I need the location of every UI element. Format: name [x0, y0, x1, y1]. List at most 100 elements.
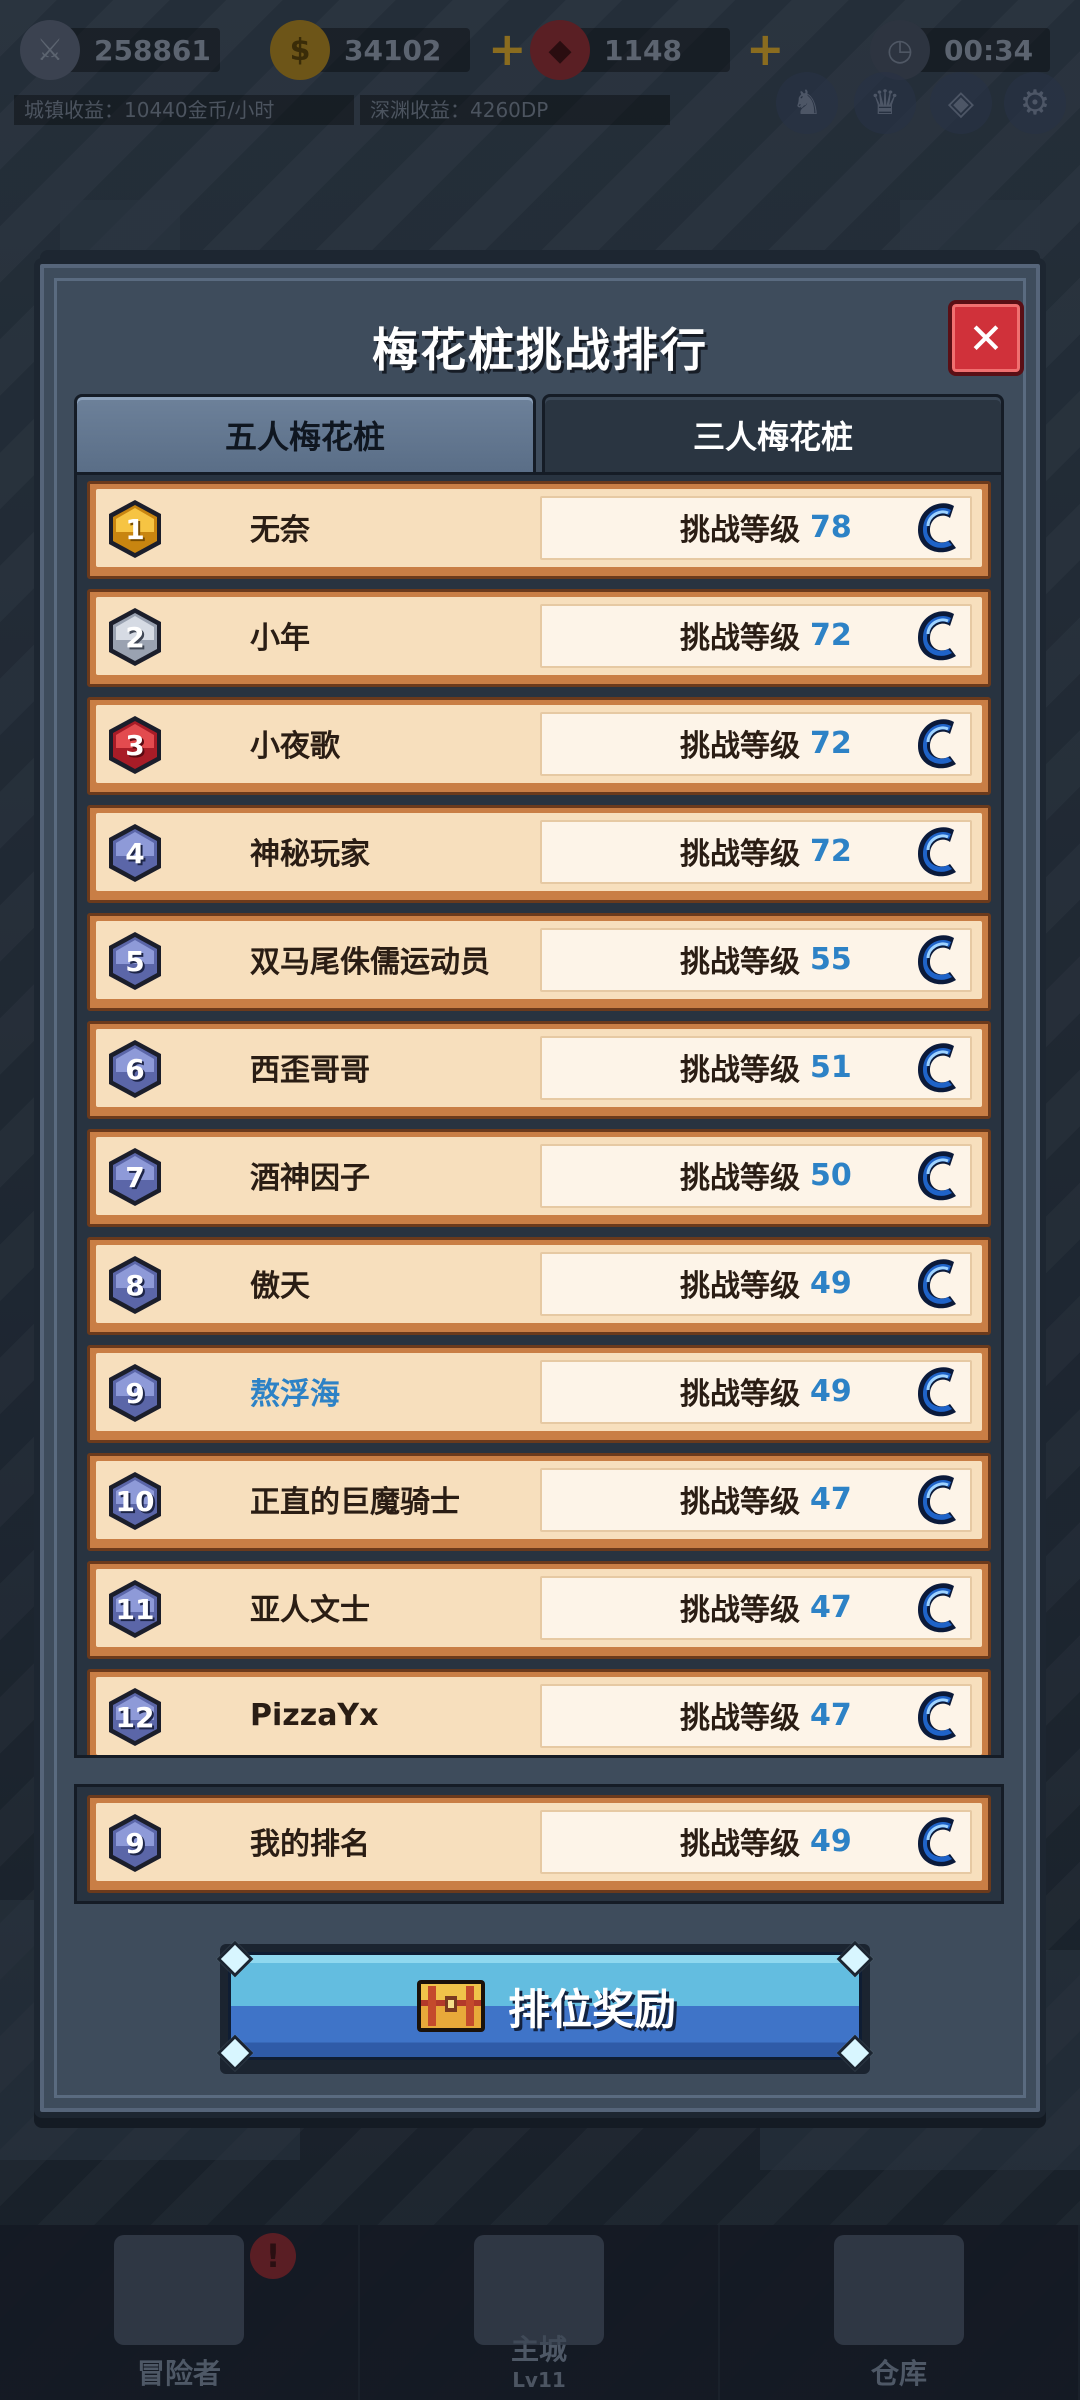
power-value: 258861	[94, 33, 211, 67]
timer-display: ◷ 00:34	[870, 20, 1050, 80]
challenge-level-label: 挑战等级	[680, 837, 800, 872]
player-name: 正直的巨魔骑士	[250, 1485, 460, 1520]
rank-badge-icon: 12	[104, 1686, 166, 1748]
rank-number: 11	[115, 1592, 155, 1626]
warehouse-icon	[834, 2235, 964, 2345]
ranking-row[interactable]: 11 亚人文士 挑战等级 47	[87, 1561, 991, 1659]
challenge-level-value: 51	[810, 1049, 852, 1085]
rank-number: 8	[125, 1268, 145, 1302]
rank-badge-icon: 9	[104, 1362, 166, 1424]
nav-main-city[interactable]: 主城 Lv11	[360, 2225, 720, 2400]
treasure-chest-icon	[416, 1980, 485, 2032]
challenge-level-value: 55	[810, 941, 852, 977]
rank-badge-icon: 1	[104, 498, 166, 560]
c-grade-icon	[910, 820, 966, 884]
close-button[interactable]: ✕	[948, 300, 1024, 376]
rank-number: 1	[125, 512, 145, 546]
challenge-level-value: 47	[810, 1589, 852, 1625]
my-rank-row[interactable]: 9 我的排名 挑战等级 49	[87, 1795, 991, 1893]
challenge-level-label: 挑战等级	[680, 729, 800, 764]
rank-number: 2	[125, 620, 145, 654]
player-name: 西歪哥哥	[250, 1053, 370, 1088]
challenge-level: 挑战等级 47	[680, 1564, 852, 1650]
ranking-row[interactable]: 3 小夜歌 挑战等级 72	[87, 697, 991, 795]
challenge-level-label: 挑战等级	[680, 1377, 800, 1412]
c-grade-icon	[910, 604, 966, 668]
ranking-row[interactable]: 5 双马尾侏儒运动员 挑战等级 55	[87, 913, 991, 1011]
rank-number: 9	[125, 1826, 145, 1860]
challenge-level: 挑战等级 55	[680, 916, 852, 1002]
rank-badge-icon: 4	[104, 822, 166, 884]
nav-warehouse[interactable]: 仓库	[720, 2225, 1080, 2400]
add-gold-button[interactable]: +	[488, 22, 527, 76]
c-grade-icon	[910, 1360, 966, 1424]
challenge-level: 挑战等级 51	[680, 1024, 852, 1110]
tab-three-person[interactable]: 三人梅花桩	[542, 394, 1004, 472]
challenge-level: 挑战等级 72	[680, 808, 852, 894]
adventurer-helmet-icon	[114, 2235, 244, 2345]
modal-title: 梅花桩挑战排行	[372, 323, 708, 377]
top-hud: ⚔ 258861 $ 34102 + ◆ 1148 + ◷ 00:34 城镇收益…	[0, 0, 1080, 140]
rank-number: 5	[125, 944, 145, 978]
close-icon: ✕	[968, 313, 1004, 363]
add-gem-button[interactable]: +	[746, 22, 785, 76]
gem-resource: ◆ 1148	[530, 20, 730, 80]
challenge-level-label: 挑战等级	[680, 1053, 800, 1088]
timer-value: 00:34	[944, 33, 1034, 67]
ranking-row[interactable]: 1 无奈 挑战等级 78	[87, 481, 991, 579]
player-name: 小年	[250, 621, 310, 656]
challenge-level-label: 挑战等级	[680, 945, 800, 980]
c-grade-icon	[910, 1036, 966, 1100]
red-gem-icon: ◆	[530, 20, 590, 80]
c-grade-icon	[910, 928, 966, 992]
player-name: 傲天	[250, 1269, 310, 1304]
castle-icon	[474, 2235, 604, 2345]
ranking-row[interactable]: 4 神秘玩家 挑战等级 72	[87, 805, 991, 903]
compass-icon[interactable]: ◈	[930, 72, 992, 134]
my-rank-panel: 9 我的排名 挑战等级 49	[74, 1784, 1004, 1904]
ranking-list[interactable]: 1 无奈 挑战等级 78 2 小年挑战等级 72 3 小夜歌 挑战等级 72 4 神秘玩家 挑战等级 72 5…	[74, 472, 1004, 1758]
rank-number: 7	[125, 1160, 145, 1194]
challenge-level-value: 49	[810, 1265, 852, 1301]
challenge-level-label: 挑战等级	[680, 1485, 800, 1520]
rank-badge-icon: 9	[104, 1812, 166, 1874]
ranking-row[interactable]: 2 小年 挑战等级 72	[87, 589, 991, 687]
challenge-level-label: 挑战等级	[680, 1593, 800, 1628]
challenge-level-label: 挑战等级	[680, 513, 800, 548]
bottom-nav: ! 冒险者 主城 Lv11 仓库	[0, 2225, 1080, 2400]
ranking-row[interactable]: 12 PizzaYx 挑战等级 47	[87, 1669, 991, 1755]
ranking-row[interactable]: 6 西歪哥哥 挑战等级 51	[87, 1021, 991, 1119]
gear-icon[interactable]: ⚙	[1004, 72, 1066, 134]
heroes-icon[interactable]: ♞	[776, 72, 838, 134]
ranking-row[interactable]: 7 酒神因子 挑战等级 50	[87, 1129, 991, 1227]
rank-badge-icon: 6	[104, 1038, 166, 1100]
rank-reward-button[interactable]: 排位奖励	[216, 1940, 874, 2074]
c-grade-icon	[910, 1810, 966, 1874]
tab-five-person[interactable]: 五人梅花桩	[74, 394, 536, 472]
challenge-level: 挑战等级 47	[680, 1672, 852, 1755]
gold-value: 34102	[344, 33, 442, 67]
challenge-level: 挑战等级 47	[680, 1456, 852, 1542]
rank-number: 10	[115, 1484, 155, 1518]
challenge-level-label: 挑战等级	[680, 1161, 800, 1196]
crown-icon[interactable]: ♛	[854, 72, 916, 134]
c-grade-icon	[910, 1252, 966, 1316]
ranking-row[interactable]: 9 熬浮海 挑战等级 49	[87, 1345, 991, 1443]
rank-badge-icon: 8	[104, 1254, 166, 1316]
clock-icon: ◷	[870, 20, 930, 80]
ranking-row[interactable]: 8 傲天 挑战等级 49	[87, 1237, 991, 1335]
rank-number: 6	[125, 1052, 145, 1086]
challenge-level-value: 50	[810, 1157, 852, 1193]
abyss-income: 深渊收益：4260DP	[360, 95, 670, 125]
player-name: 亚人文士	[250, 1593, 370, 1628]
nav-adventurer[interactable]: ! 冒险者	[0, 2225, 360, 2400]
town-income: 城镇收益：10440金币/小时	[14, 95, 354, 125]
challenge-level-label: 挑战等级	[680, 1827, 800, 1862]
power-resource: ⚔ 258861	[20, 20, 220, 80]
gold-coin-icon: $	[270, 20, 330, 80]
ranking-row[interactable]: 10 正直的巨魔骑士 挑战等级 47	[87, 1453, 991, 1551]
gold-resource: $ 34102	[270, 20, 470, 80]
rank-badge-icon: 3	[104, 714, 166, 776]
challenge-level-label: 挑战等级	[680, 1269, 800, 1304]
nav-main-city-level: Lv11	[512, 2368, 566, 2392]
